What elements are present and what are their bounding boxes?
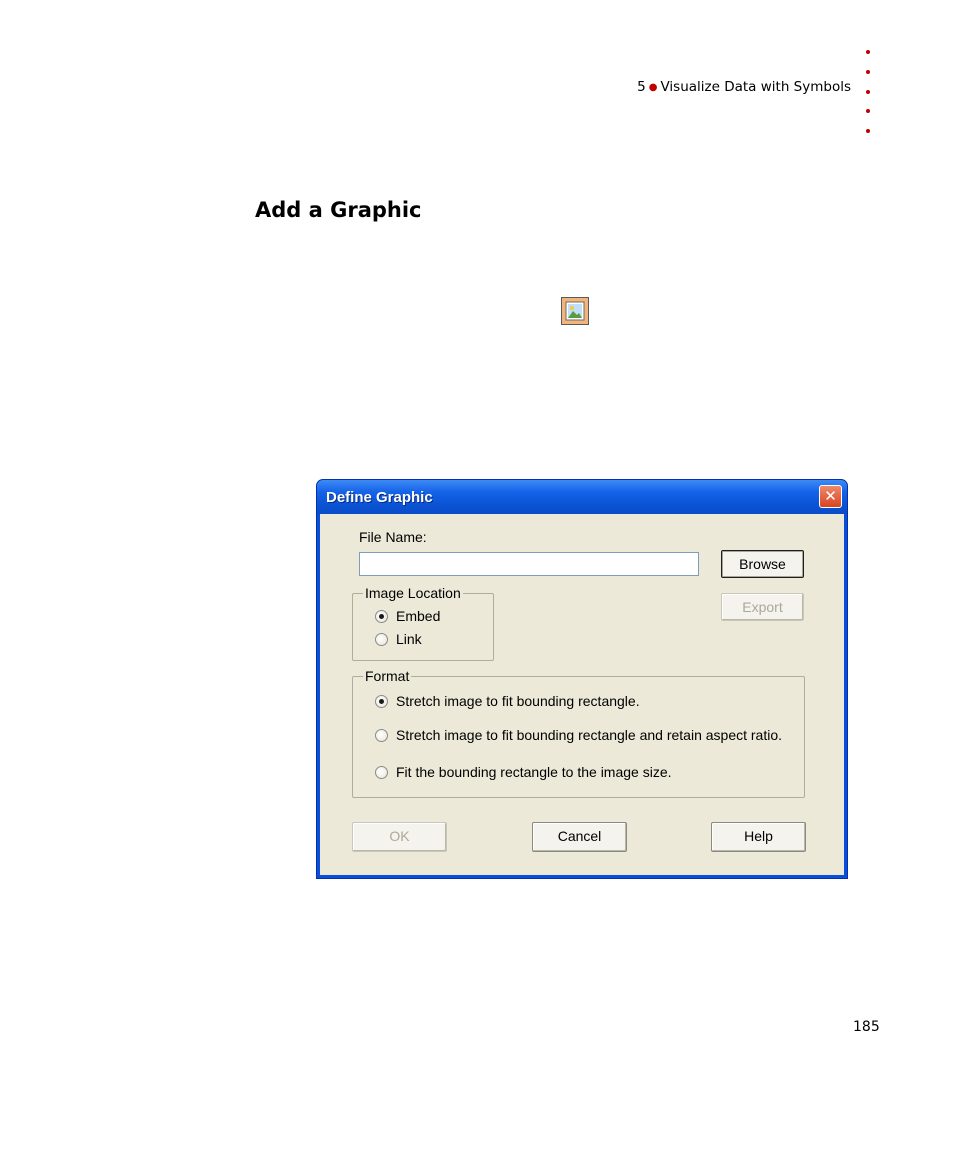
browse-button[interactable]: Browse <box>721 550 804 578</box>
define-graphic-dialog: Define Graphic ✕ File Name: Browse Expor… <box>316 479 848 879</box>
image-location-legend: Image Location <box>363 584 463 602</box>
running-header: 5 ● Visualize Data with Symbols <box>637 79 851 95</box>
ok-button[interactable]: OK <box>352 822 447 852</box>
link-label: Link <box>396 631 422 647</box>
close-icon[interactable]: ✕ <box>819 485 842 508</box>
link-radio[interactable] <box>375 633 388 646</box>
cancel-button[interactable]: Cancel <box>532 822 627 852</box>
fit-rectangle-label: Fit the bounding rectangle to the image … <box>396 764 672 780</box>
dialog-title: Define Graphic <box>326 489 433 506</box>
format-group: Format Stretch image to fit bounding rec… <box>352 667 805 798</box>
section-title: Add a Graphic <box>255 198 422 222</box>
chapter-title: Visualize Data with Symbols <box>660 79 851 95</box>
stretch-aspect-label: Stretch image to fit bounding rectangle … <box>396 727 783 743</box>
dialog-titlebar[interactable]: Define Graphic ✕ <box>317 480 847 514</box>
file-name-label: File Name: <box>359 529 427 545</box>
page-number: 185 <box>853 1019 880 1035</box>
fit-rectangle-radio[interactable] <box>375 766 388 779</box>
insert-graphic-icon <box>561 297 589 325</box>
decorative-dot-column <box>866 50 874 149</box>
help-button[interactable]: Help <box>711 822 806 852</box>
format-legend: Format <box>363 667 412 685</box>
image-location-group: Image Location Embed Link <box>352 584 494 661</box>
file-name-input[interactable] <box>359 552 699 576</box>
stretch-radio[interactable] <box>375 695 388 708</box>
chapter-number: 5 <box>637 79 646 95</box>
stretch-aspect-radio[interactable] <box>375 729 388 742</box>
bullet-separator: ● <box>648 82 658 93</box>
stretch-label: Stretch image to fit bounding rectangle. <box>396 693 640 709</box>
export-button[interactable]: Export <box>721 593 804 621</box>
embed-radio[interactable] <box>375 610 388 623</box>
embed-label: Embed <box>396 608 441 624</box>
dialog-body: File Name: Browse Export Image Location … <box>320 514 844 875</box>
